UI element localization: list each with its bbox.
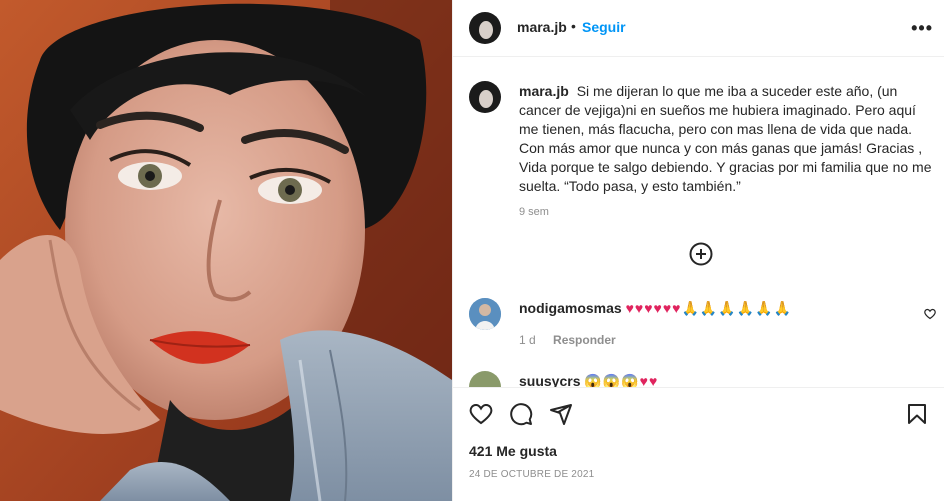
- caption-text: Si me dijeran lo que me iba a suceder es…: [519, 83, 932, 194]
- comment-meta: 1 d Responder: [519, 333, 630, 347]
- avatar-image: [469, 298, 501, 330]
- comment-age[interactable]: 1 d: [519, 333, 536, 347]
- reply-button[interactable]: Responder: [553, 333, 616, 347]
- like-button[interactable]: [469, 402, 493, 431]
- save-button[interactable]: [905, 402, 929, 431]
- follow-button[interactable]: Seguir: [582, 19, 626, 35]
- comment-button[interactable]: [509, 402, 533, 431]
- more-options-icon[interactable]: •••: [911, 18, 933, 39]
- comment-avatar[interactable]: [469, 298, 501, 330]
- author-avatar[interactable]: [469, 12, 501, 44]
- comment-username[interactable]: suusycrs: [519, 373, 580, 387]
- plus-circle-icon: [689, 242, 713, 266]
- comment-item: nodigamosmas ♥♥♥♥♥♥🙏🙏🙏🙏🙏🙏: [519, 298, 919, 318]
- author-username[interactable]: mara.jb: [517, 19, 567, 35]
- heart-icon: [924, 308, 936, 320]
- comment-username[interactable]: nodigamosmas: [519, 300, 622, 316]
- caption-username[interactable]: mara.jb: [519, 83, 569, 99]
- post-header: mara.jb • Seguir •••: [453, 0, 944, 57]
- separator-dot: •: [571, 18, 576, 34]
- heart-icon: [469, 403, 493, 425]
- comment-praying-hands: 🙏🙏🙏🙏🙏🙏: [681, 300, 793, 316]
- load-more-comments-button[interactable]: [689, 242, 713, 271]
- comment-avatar[interactable]: [469, 371, 501, 387]
- comment-icon: [510, 403, 533, 426]
- post-photo[interactable]: [0, 0, 452, 501]
- send-icon: [550, 404, 572, 425]
- comment-item: suusycrs 😱😱😱♥♥: [519, 371, 658, 387]
- post-detail-panel: mara.jb • Seguir ••• mara.jb Si me dijer…: [452, 0, 944, 502]
- caption-timestamp[interactable]: 9 sem: [519, 206, 549, 218]
- comment-emojis: 😱😱😱♥♥: [584, 373, 659, 387]
- post-actions-bar: 421 Me gusta 24 DE OCTUBRE DE 2021: [453, 387, 944, 502]
- likes-count[interactable]: 421 Me gusta: [469, 443, 557, 459]
- caption-avatar[interactable]: [469, 81, 501, 113]
- bookmark-icon: [908, 404, 926, 424]
- comment-hearts: ♥♥♥♥♥♥: [625, 300, 682, 316]
- comment-like-button[interactable]: [924, 307, 936, 325]
- post-date[interactable]: 24 DE OCTUBRE DE 2021: [469, 469, 594, 480]
- post-caption: mara.jb Si me dijeran lo que me iba a su…: [519, 82, 937, 196]
- share-button[interactable]: [549, 402, 573, 431]
- portrait-image: [0, 0, 452, 501]
